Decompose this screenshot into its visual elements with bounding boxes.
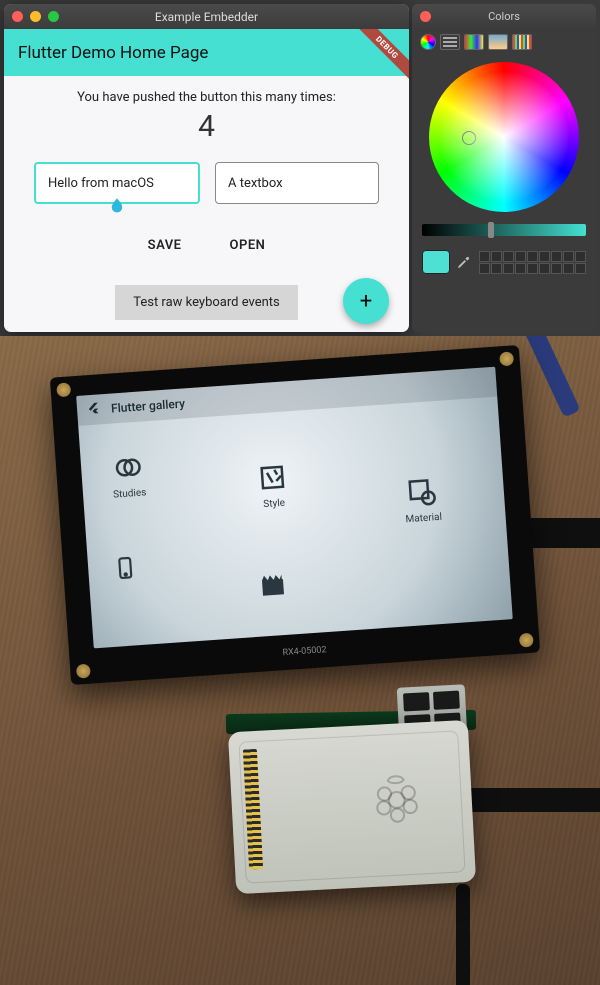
save-button[interactable]: SAVE <box>148 238 182 253</box>
counter-value: 4 <box>34 109 379 144</box>
swatch-row <box>412 242 596 284</box>
window-titlebar[interactable]: Example Embedder <box>4 4 409 29</box>
gallery-item-material[interactable]: Material <box>403 476 443 525</box>
colors-panel-titlebar[interactable]: Colors <box>412 4 596 28</box>
eyedropper-icon[interactable] <box>456 254 472 270</box>
flutter-logo-icon <box>87 401 102 419</box>
color-sliders-tab-icon[interactable] <box>440 34 460 50</box>
macos-desktop-region: Example Embedder Flutter Demo Home Page … <box>0 0 600 336</box>
mount-hole-icon <box>56 382 71 397</box>
zoom-window-button[interactable] <box>48 11 59 22</box>
textfield-2-value: A textbox <box>228 176 283 191</box>
color-wheel-cursor[interactable] <box>462 131 476 145</box>
sbc-case <box>228 720 476 894</box>
color-palettes-tab-icon[interactable] <box>464 34 484 50</box>
colors-panel-title: Colors <box>488 10 520 23</box>
gallery-item-label: Style <box>263 498 285 510</box>
plus-icon: + <box>360 289 372 314</box>
fab-add-button[interactable]: + <box>343 278 389 324</box>
color-wheel[interactable] <box>429 62 579 212</box>
gallery-item-label: Studies <box>113 487 147 500</box>
color-wheel-area <box>412 54 596 218</box>
clapper-icon <box>257 570 289 602</box>
gpio-header-icon <box>243 749 263 870</box>
bottom-row: Test raw keyboard events + <box>34 285 379 320</box>
lcd-screen[interactable]: Flutter gallery Studies Style Material <box>76 367 513 649</box>
textfield-2[interactable]: A textbox <box>215 162 379 204</box>
gallery-item-studies[interactable]: Studies <box>110 451 146 500</box>
gallery-item-label: Material <box>405 512 442 526</box>
open-button[interactable]: OPEN <box>230 238 266 253</box>
touchscreen-device: Flutter gallery Studies Style Material <box>50 345 540 685</box>
debug-ribbon-label: DEBUG <box>354 29 409 80</box>
gallery-grid: Studies Style Material <box>78 397 513 649</box>
hardware-photo: Flutter gallery Studies Style Material <box>0 336 600 985</box>
close-colors-button[interactable] <box>420 11 431 22</box>
text-cursor-handle-icon[interactable] <box>108 196 126 214</box>
textfield-row: Hello from macOS A textbox <box>34 162 379 204</box>
cable-power <box>456 884 470 985</box>
brightness-slider-thumb[interactable] <box>488 222 494 238</box>
mount-hole-icon <box>499 351 514 366</box>
button-row: SAVE OPEN <box>34 238 379 253</box>
saved-swatches-grid[interactable] <box>479 251 586 274</box>
cable-hdmi-side <box>460 788 600 812</box>
traffic-lights <box>12 11 59 22</box>
app-bar: Flutter Demo Home Page DEBUG <box>4 29 409 76</box>
app-window: Example Embedder Flutter Demo Home Page … <box>4 4 409 332</box>
material-icon <box>406 476 438 508</box>
image-palettes-tab-icon[interactable] <box>488 34 508 50</box>
textfield-1[interactable]: Hello from macOS <box>34 162 200 204</box>
rings-icon <box>112 452 144 484</box>
window-title: Example Embedder <box>4 10 409 24</box>
gallery-title: Flutter gallery <box>111 396 186 415</box>
style-icon <box>256 461 288 493</box>
test-raw-keyboard-button[interactable]: Test raw keyboard events <box>115 285 298 320</box>
pencils-tab-icon[interactable] <box>512 34 532 50</box>
raspberry-logo-icon <box>362 762 431 831</box>
gallery-item-media[interactable] <box>257 570 289 608</box>
gallery-item-style[interactable]: Style <box>256 461 289 510</box>
color-wheel-tab-icon[interactable] <box>420 34 436 50</box>
textfield-1-value: Hello from macOS <box>48 176 154 191</box>
color-picker-tabs <box>412 28 596 54</box>
close-window-button[interactable] <box>12 11 23 22</box>
counter-caption: You have pushed the button this many tim… <box>34 90 379 105</box>
brightness-slider[interactable] <box>422 224 586 236</box>
app-content: You have pushed the button this many tim… <box>4 76 409 332</box>
minimize-window-button[interactable] <box>30 11 41 22</box>
phone-icon <box>109 552 141 584</box>
gallery-item-phone[interactable] <box>109 552 141 590</box>
app-bar-title: Flutter Demo Home Page <box>18 43 208 63</box>
colors-panel: Colors <box>412 4 596 332</box>
current-color-swatch[interactable] <box>422 250 450 274</box>
